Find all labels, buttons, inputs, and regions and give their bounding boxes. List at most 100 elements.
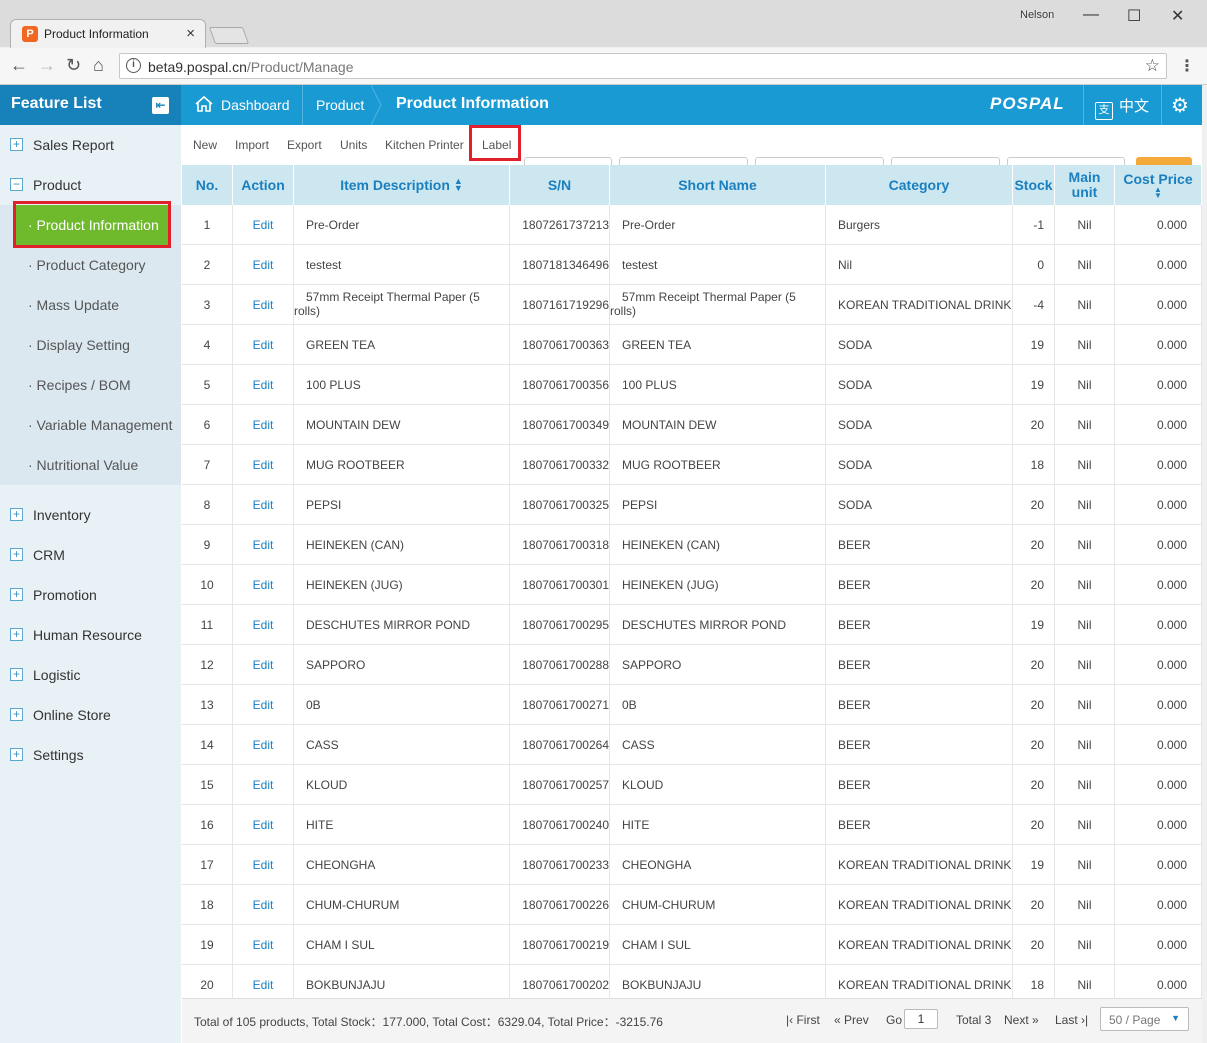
new-button[interactable]: New xyxy=(193,138,217,152)
back-arrow-icon[interactable]: ← xyxy=(10,55,28,76)
kitchen-printer-button[interactable]: Kitchen Printer xyxy=(385,138,464,152)
browser-menu-icon[interactable]: ⋮ xyxy=(1179,56,1195,76)
edit-link-cell[interactable]: Edit xyxy=(233,325,294,365)
sidebar-item-human-resource[interactable]: + Human Resource xyxy=(0,615,181,655)
sort-arrows-icon[interactable]: ▲ ▼ xyxy=(454,177,463,193)
submenu-display-setting[interactable]: · Display Setting xyxy=(0,325,181,365)
edit-link[interactable]: Edit xyxy=(233,538,293,552)
sidebar-item-sales-report[interactable]: + Sales Report xyxy=(0,125,181,165)
edit-link-cell[interactable]: Edit xyxy=(233,285,294,325)
dashboard-home-icon[interactable] xyxy=(194,95,214,113)
edit-link[interactable]: Edit xyxy=(233,618,293,632)
collapse-sidebar-icon[interactable]: ⇤ xyxy=(152,97,169,114)
edit-link[interactable]: Edit xyxy=(233,498,293,512)
submenu-nutritional-value[interactable]: · Nutritional Value xyxy=(0,445,181,485)
maximize-icon[interactable]: ☐ xyxy=(1127,6,1141,26)
edit-link[interactable]: Edit xyxy=(233,298,293,312)
language-switch[interactable]: 支中文 xyxy=(1095,95,1149,120)
sidebar-item-settings[interactable]: + Settings xyxy=(0,735,181,775)
edit-link[interactable]: Edit xyxy=(233,698,293,712)
edit-link[interactable]: Edit xyxy=(233,938,293,952)
edit-link[interactable]: Edit xyxy=(233,858,293,872)
sidebar-item-product[interactable]: − Product xyxy=(0,165,181,205)
column-header-item-description[interactable]: Item Description ▲ ▼ xyxy=(294,165,510,205)
edit-link-cell[interactable]: Edit xyxy=(233,245,294,285)
edit-link-cell[interactable]: Edit xyxy=(233,845,294,885)
edit-link[interactable]: Edit xyxy=(233,658,293,672)
edit-link[interactable]: Edit xyxy=(233,218,293,232)
main-unit-cell: Nil xyxy=(1055,885,1115,925)
minimize-icon[interactable]: — xyxy=(1083,6,1099,24)
column-header-no[interactable]: No. xyxy=(182,165,233,205)
page-scrollbar[interactable] xyxy=(1202,85,1207,1043)
edit-link-cell[interactable]: Edit xyxy=(233,925,294,965)
edit-link[interactable]: Edit xyxy=(233,258,293,272)
submenu-variable-management[interactable]: · Variable Management xyxy=(0,405,181,445)
edit-link-cell[interactable]: Edit xyxy=(233,205,294,245)
last-page-button[interactable]: Last ›| xyxy=(1055,1013,1088,1027)
next-page-button[interactable]: Next » xyxy=(1004,1013,1039,1027)
bookmark-star-icon[interactable]: ☆ xyxy=(1145,56,1160,76)
submenu-mass-update[interactable]: · Mass Update xyxy=(0,285,181,325)
column-header-short-name[interactable]: Short Name xyxy=(610,165,826,205)
site-info-icon[interactable]: i xyxy=(126,58,141,73)
column-header-stock[interactable]: Stock xyxy=(1013,165,1055,205)
export-button[interactable]: Export xyxy=(287,138,322,152)
new-tab-button[interactable] xyxy=(208,27,250,44)
edit-link[interactable]: Edit xyxy=(233,378,293,392)
gear-icon[interactable]: ⚙ xyxy=(1171,93,1189,118)
edit-link-cell[interactable]: Edit xyxy=(233,805,294,845)
url-input[interactable]: i beta9.pospal.cn/Product/Manage ☆ xyxy=(119,53,1167,79)
edit-link-cell[interactable]: Edit xyxy=(233,565,294,605)
edit-link[interactable]: Edit xyxy=(233,778,293,792)
edit-link[interactable]: Edit xyxy=(233,898,293,912)
edit-link[interactable]: Edit xyxy=(233,338,293,352)
edit-link[interactable]: Edit xyxy=(233,818,293,832)
stock-value-cell: 19 xyxy=(1013,365,1055,405)
first-page-button[interactable]: |‹ First xyxy=(786,1013,820,1027)
breadcrumb-product[interactable]: Product xyxy=(316,97,364,113)
import-button[interactable]: Import xyxy=(235,138,269,152)
sidebar-item-inventory[interactable]: + Inventory xyxy=(0,495,181,535)
page-size-select[interactable]: 50 / Page ▼ xyxy=(1100,1007,1189,1031)
edit-link-cell[interactable]: Edit xyxy=(233,685,294,725)
column-header-category[interactable]: Category xyxy=(826,165,1013,205)
edit-link[interactable]: Edit xyxy=(233,978,293,992)
column-header-main-unit[interactable]: Main unit xyxy=(1055,165,1115,205)
browser-user-name[interactable]: Nelson xyxy=(1020,9,1054,21)
edit-link-cell[interactable]: Edit xyxy=(233,445,294,485)
serial-number: 1807061700264 xyxy=(522,738,609,752)
edit-link[interactable]: Edit xyxy=(233,458,293,472)
tab-close-icon[interactable]: × xyxy=(186,25,195,42)
column-header-cost-price[interactable]: Cost Price ▲ ▼ xyxy=(1115,165,1202,205)
edit-link-cell[interactable]: Edit xyxy=(233,525,294,565)
reload-icon[interactable]: ↻ xyxy=(66,55,81,76)
edit-link-cell[interactable]: Edit xyxy=(233,725,294,765)
prev-page-button[interactable]: « Prev xyxy=(834,1013,869,1027)
close-window-icon[interactable]: ✕ xyxy=(1171,6,1184,26)
sidebar-item-logistic[interactable]: + Logistic xyxy=(0,655,181,695)
sort-arrows-icon[interactable]: ▲ ▼ xyxy=(1154,185,1162,199)
units-button[interactable]: Units xyxy=(340,138,367,152)
edit-link[interactable]: Edit xyxy=(233,578,293,592)
submenu-recipes-bom[interactable]: · Recipes / BOM xyxy=(0,365,181,405)
edit-link-cell[interactable]: Edit xyxy=(233,885,294,925)
edit-link-cell[interactable]: Edit xyxy=(233,405,294,445)
edit-link-cell[interactable]: Edit xyxy=(233,365,294,405)
breadcrumb-dashboard[interactable]: Dashboard xyxy=(221,97,290,113)
edit-link-cell[interactable]: Edit xyxy=(233,645,294,685)
edit-link[interactable]: Edit xyxy=(233,418,293,432)
sidebar-item-online-store[interactable]: + Online Store xyxy=(0,695,181,735)
sidebar-item-promotion[interactable]: + Promotion xyxy=(0,575,181,615)
edit-link-cell[interactable]: Edit xyxy=(233,765,294,805)
edit-link-cell[interactable]: Edit xyxy=(233,605,294,645)
edit-link-cell[interactable]: Edit xyxy=(233,485,294,525)
home-icon[interactable]: ⌂ xyxy=(93,55,104,76)
browser-tab[interactable]: P Product Information × xyxy=(10,19,206,48)
column-header-sn[interactable]: S/N xyxy=(510,165,610,205)
page-number-input[interactable]: 1 xyxy=(904,1009,938,1029)
sidebar-item-crm[interactable]: + CRM xyxy=(0,535,181,575)
edit-link[interactable]: Edit xyxy=(233,738,293,752)
forward-arrow-icon[interactable]: → xyxy=(38,55,56,76)
submenu-product-category[interactable]: · Product Category xyxy=(0,245,181,285)
